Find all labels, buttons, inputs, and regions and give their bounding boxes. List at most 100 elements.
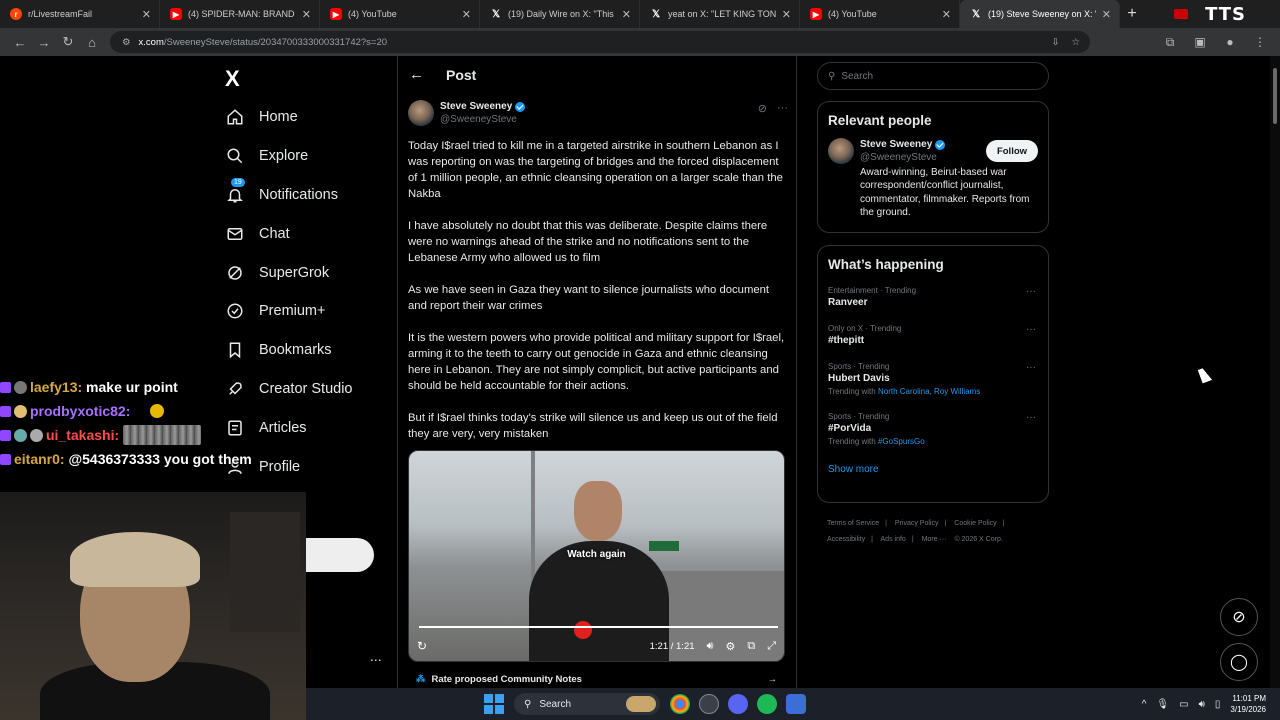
trend-item[interactable]: Only on X · Trending #thepitt ··· (818, 324, 1048, 346)
windows-start-icon[interactable] (484, 694, 504, 714)
footer-link[interactable]: Ads info (881, 536, 906, 543)
discord-icon[interactable] (728, 694, 748, 714)
trend-with-link[interactable]: North Carolina, Roy Williams (878, 387, 980, 396)
tab-title: (19) Daily Wire on X: "This migh (508, 9, 616, 19)
close-icon[interactable]: ✕ (302, 8, 311, 21)
more-icon[interactable]: ··· (1026, 412, 1036, 423)
author-handle[interactable]: @SweeneySteve (440, 113, 525, 126)
nav-item-home[interactable]: Home (225, 98, 353, 137)
avatar[interactable] (408, 100, 434, 126)
chrome-icon[interactable] (670, 694, 690, 714)
close-icon[interactable]: ✕ (942, 8, 951, 21)
grok-icon[interactable]: ⊘ (1220, 598, 1258, 636)
taskbar-clock[interactable]: 11:01 PM 3/19/2026 (1230, 693, 1266, 715)
nav-item-bookmarks[interactable]: Bookmarks (225, 331, 353, 370)
browser-tab[interactable]: ▶ (4) SPIDER-MAN: BRAND NEW ✕ (160, 0, 320, 28)
volume-icon[interactable]: 🔊︎ (707, 640, 714, 653)
home-icon[interactable]: ⌂ (80, 30, 104, 54)
close-icon[interactable]: ✕ (622, 8, 631, 21)
settings-icon[interactable]: ⚙ (725, 640, 735, 653)
forward-icon[interactable]: → (32, 30, 56, 54)
address-bar[interactable]: ⚙ x.com /SweeneySteve/status/20347003330… (110, 31, 1090, 53)
more-icon[interactable]: ··· (1026, 362, 1036, 373)
trend-category: Sports · Trending (828, 362, 890, 371)
video-player[interactable]: Watch again ↻ 1:21 / 1:21 🔊︎ ⚙ ⧉ ⤢ (408, 450, 785, 662)
reload-icon[interactable]: ↻ (56, 30, 80, 54)
sidepanel-icon[interactable]: ▣ (1188, 35, 1212, 50)
chat-username: prodbyxotic82: (30, 403, 131, 419)
person-row[interactable]: Steve Sweeney @SweeneySteve Follow (818, 128, 1048, 164)
profile-avatar[interactable]: ● (1218, 35, 1242, 50)
bookmark-star-icon[interactable]: ☆ (1071, 37, 1080, 48)
back-icon[interactable]: ← (8, 30, 32, 54)
fullscreen-icon[interactable]: ⤢ (767, 640, 776, 653)
copyright: © 2026 X Corp. (954, 536, 1003, 543)
chat-bubble-icon[interactable]: ◯ (1220, 643, 1258, 681)
browser-tab[interactable]: 𝕏 yeat on X: "LET KING TONKA TA ✕ (640, 0, 800, 28)
new-tab-button[interactable]: + (1120, 0, 1144, 28)
extensions-icon[interactable]: ⧉ (1158, 35, 1182, 50)
x-logo[interactable]: X (225, 66, 240, 92)
network-icon[interactable]: ▭ (1179, 699, 1188, 710)
pip-icon[interactable]: ⧉ (747, 640, 755, 653)
app-icon[interactable] (786, 694, 806, 714)
twitch-badge-icon (0, 405, 11, 417)
browser-tab-active[interactable]: 𝕏 (19) Steve Sweeney on X: "Toda ✕ (960, 0, 1120, 28)
post-button-partial[interactable] (306, 538, 374, 572)
site-info-icon[interactable]: ⚙ (122, 37, 131, 48)
page-scrollbar[interactable] (1270, 56, 1280, 688)
footer-link[interactable]: Cookie Policy (954, 520, 996, 527)
taskbar-search[interactable]: ⚲ Search (514, 693, 660, 715)
account-more-icon[interactable]: ... (370, 648, 382, 664)
trend-item[interactable]: Sports · Trending Hubert Davis Trending … (818, 362, 1048, 396)
volume-icon[interactable]: 🔊︎ (1199, 699, 1205, 710)
show-more-link[interactable]: Show more (818, 464, 1048, 475)
trend-item[interactable]: Entertainment · Trending Ranveer ··· (818, 286, 1048, 308)
person-name[interactable]: Steve Sweeney (860, 138, 946, 151)
spotify-icon[interactable] (757, 694, 777, 714)
app-icon[interactable] (699, 694, 719, 714)
footer-link[interactable]: More ··· (922, 536, 947, 543)
menu-icon[interactable]: ⋮ (1248, 35, 1272, 50)
mic-icon[interactable]: 🎙︎ (1156, 699, 1169, 710)
browser-tab[interactable]: ▶ (4) YouTube ✕ (320, 0, 480, 28)
footer-link[interactable]: Accessibility (827, 536, 865, 543)
more-icon[interactable]: ··· (1026, 286, 1036, 297)
browser-tab[interactable]: 𝕏 (19) Daily Wire on X: "This migh ✕ (480, 0, 640, 28)
nav-item-chat[interactable]: Chat (225, 214, 353, 253)
browser-tab[interactable]: r r/LivestreamFail ✕ (0, 0, 160, 28)
chevron-up-icon[interactable]: ^ (1142, 699, 1147, 710)
more-icon[interactable]: ··· (1026, 324, 1036, 335)
trend-item[interactable]: Sports · Trending #PorVida Trending with… (818, 412, 1048, 446)
mouse-cursor (1197, 366, 1213, 384)
browser-tab[interactable]: ▶ (4) YouTube ✕ (800, 0, 960, 28)
close-icon[interactable]: ✕ (142, 8, 151, 21)
close-icon[interactable]: ✕ (1102, 8, 1111, 21)
nav-item-notifications[interactable]: 19 Notifications (225, 176, 353, 215)
video-progress-bar[interactable] (419, 626, 778, 628)
nav-label: Premium+ (259, 303, 326, 320)
person-handle[interactable]: @SweeneySteve (860, 151, 945, 164)
trend-with: Trending with #GoSpursGo (828, 437, 1038, 446)
footer-link[interactable]: Terms of Service (827, 520, 879, 527)
x-icon: 𝕏 (491, 8, 501, 20)
grok-icon[interactable]: ⊘ (758, 102, 767, 115)
search-input[interactable]: ⚲ Search (817, 62, 1049, 90)
install-icon[interactable]: ⇩ (1052, 37, 1060, 48)
battery-icon[interactable]: ▯ (1215, 699, 1221, 710)
follow-button[interactable]: Follow (986, 140, 1038, 162)
close-icon[interactable]: ✕ (462, 8, 471, 21)
replay-icon[interactable]: ↻ (417, 639, 427, 653)
nav-item-supergrok[interactable]: SuperGrok (225, 253, 353, 292)
back-arrow-icon[interactable]: ← (409, 66, 424, 83)
watch-again-button[interactable]: Watch again (567, 549, 626, 560)
nav-item-explore[interactable]: Explore (225, 137, 353, 176)
author-name[interactable]: Steve Sweeney (440, 100, 526, 113)
trend-with-link[interactable]: #GoSpursGo (878, 437, 925, 446)
avatar[interactable] (828, 138, 854, 164)
footer-link[interactable]: Privacy Policy (895, 520, 939, 527)
community-notes-prompt[interactable]: ⁂ Rate proposed Community Notes → (408, 670, 785, 688)
close-icon[interactable]: ✕ (782, 8, 791, 21)
nav-item-premium[interactable]: Premium+ (225, 292, 353, 331)
more-icon[interactable]: ··· (777, 102, 788, 115)
